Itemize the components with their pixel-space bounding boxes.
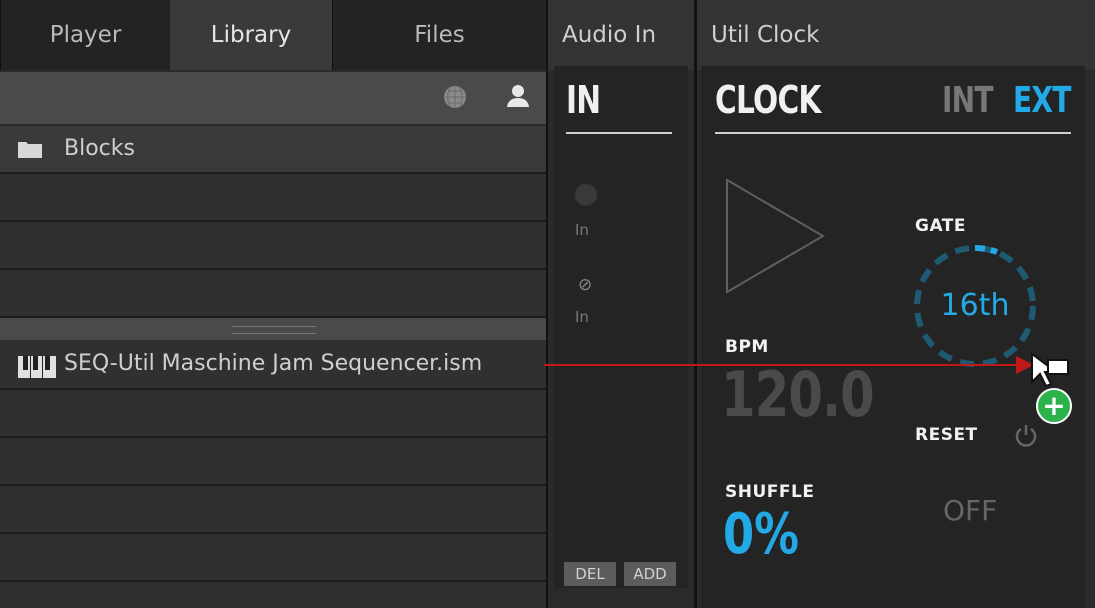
tab-label: Files [414, 22, 465, 48]
audio-in-module: Audio In IN In ⊘ In DEL ADD [548, 0, 694, 608]
reset-label: RESET [915, 425, 978, 445]
list-item[interactable] [0, 582, 546, 608]
gate-value: 16th [940, 288, 1010, 323]
shuffle-label: SHUFFLE [725, 482, 815, 502]
list-item[interactable] [0, 174, 546, 222]
module-title: CLOCK [715, 78, 821, 122]
power-icon[interactable] [1013, 422, 1039, 448]
add-badge-icon: + [1036, 388, 1072, 424]
list-item[interactable] [0, 438, 546, 486]
bpm-label: BPM [725, 337, 769, 357]
list-item[interactable] [0, 270, 546, 318]
library-panel: Player Library Files Blocks SEQ-Util Mas… [0, 0, 546, 608]
grip-icon [232, 326, 316, 334]
drag-line [544, 364, 1024, 366]
title-underline [566, 132, 672, 134]
bpm-value[interactable]: 120.0 [721, 358, 875, 431]
module-header[interactable]: Audio In [548, 0, 694, 70]
title-underline [715, 132, 1071, 134]
tab-player[interactable]: Player [0, 0, 170, 70]
input-label: In [575, 308, 589, 326]
list-item-blocks[interactable]: Blocks [0, 126, 546, 174]
phase-invert-icon[interactable]: ⊘ [578, 275, 592, 295]
shuffle-value[interactable]: 0% [723, 502, 799, 567]
folder-icon [18, 140, 42, 158]
del-button[interactable]: DEL [564, 562, 616, 586]
piano-keys-icon [18, 356, 56, 378]
globe-icon[interactable] [444, 86, 466, 108]
mode-ext-button[interactable]: EXT [1013, 80, 1071, 121]
list-item-sequencer-file[interactable]: SEQ-Util Maschine Jam Sequencer.ism [0, 340, 546, 390]
list-item-label: Blocks [64, 136, 135, 161]
tab-label: Library [210, 22, 292, 48]
gate-label: GATE [915, 216, 966, 236]
play-icon[interactable] [725, 178, 827, 296]
panel-splitter-handle[interactable] [0, 318, 546, 340]
list-item[interactable] [0, 534, 546, 582]
list-item-label: SEQ-Util Maschine Jam Sequencer.ism [64, 351, 483, 376]
module-header[interactable]: Util Clock [697, 0, 1095, 70]
tab-files[interactable]: Files [332, 0, 546, 70]
util-clock-module: Util Clock CLOCK INT EXT GATE 16th BPM 1… [697, 0, 1095, 608]
module-body [554, 66, 688, 588]
module-title: IN [566, 78, 601, 122]
list-item[interactable] [0, 222, 546, 270]
list-item[interactable] [0, 390, 546, 438]
list-item[interactable] [0, 486, 546, 534]
off-value: OFF [943, 494, 998, 527]
user-icon[interactable] [504, 82, 532, 110]
add-button[interactable]: ADD [624, 562, 676, 586]
tab-label: Player [49, 22, 122, 48]
input-label: In [575, 221, 589, 239]
drag-cursor-icon [1031, 352, 1069, 388]
input-led[interactable] [574, 182, 598, 206]
mode-int-button[interactable]: INT [942, 80, 994, 121]
tab-library[interactable]: Library [170, 0, 332, 70]
